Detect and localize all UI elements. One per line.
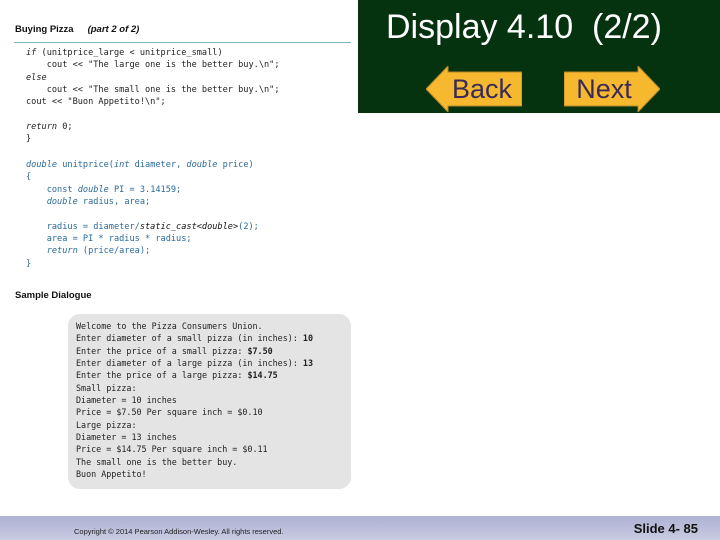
code-text: Enter the price of a small pizza: — [76, 345, 248, 356]
code-text: price) — [217, 160, 254, 170]
sample-dialogue-heading: Sample Dialogue — [15, 290, 92, 301]
keyword: double — [26, 160, 58, 170]
code-line: if (unitprice_large < unitprice_small) — [26, 47, 280, 59]
code-line: return (price/area); — [26, 245, 259, 257]
next-label: Next — [576, 74, 632, 104]
code-text: $14.75 — [247, 370, 278, 381]
code-line: cout << "The small one is the better buy… — [26, 84, 280, 96]
code-text: Price = $7.50 Per square inch = $0.10 — [76, 407, 263, 418]
back-button[interactable]: Back — [426, 66, 522, 112]
code-text: (2); — [238, 221, 259, 232]
keyword: int — [113, 160, 130, 170]
code-line: { — [26, 171, 259, 183]
code-line: cout << "The large one is the better buy… — [26, 59, 280, 71]
code-line: Enter diameter of a small pizza (in inch… — [76, 332, 313, 344]
code-line: double radius, area; — [26, 196, 259, 208]
code-line: Enter diameter of a large pizza (in inch… — [76, 357, 313, 369]
code-line: } — [26, 258, 259, 270]
code-text: (price/area); — [77, 246, 151, 257]
code-line: Small pizza: — [76, 382, 313, 394]
code-line: Large pizza: — [76, 419, 313, 431]
code-text: unitprice( — [57, 160, 114, 170]
back-label: Back — [451, 74, 513, 104]
keyword: if — [26, 48, 37, 58]
keyword: return — [46, 246, 78, 257]
code-line: Enter the price of a small pizza: $7.50 — [76, 345, 313, 357]
code-text: The small one is the better buy. — [76, 456, 238, 467]
code-line: Price = $14.75 Per square inch = $0.11 — [76, 443, 313, 455]
code-text: cout << "Buon Appetito!\n"; — [26, 97, 166, 108]
code-line: The small one is the better buy. — [76, 456, 313, 468]
code-text: Buon Appetito! — [76, 469, 147, 480]
code-line: Diameter = 10 inches — [76, 394, 313, 406]
code-line: Buon Appetito! — [76, 468, 313, 480]
title-panel: Display 4.10 (2/2) Back Next — [358, 0, 720, 113]
code-text: PI = 3.14159; — [108, 184, 182, 195]
code-text: 0; — [57, 122, 73, 133]
code-text: cout << "The large one is the better buy… — [26, 60, 280, 71]
code-block-unitprice: double unitprice(int diameter, double pr… — [26, 159, 259, 270]
code-line: radius = diameter/static_cast<double>(2)… — [26, 221, 259, 233]
document-title: Buying Pizza (part 2 of 2) — [15, 24, 139, 35]
code-line: Price = $7.50 Per square inch = $0.10 — [76, 406, 313, 418]
keyword: return — [26, 122, 58, 133]
code-text: radius = diameter/ — [26, 221, 140, 232]
keyword: double — [46, 197, 78, 208]
code-text: { — [26, 172, 32, 183]
code-text: } — [26, 258, 32, 269]
code-text: diameter, — [129, 160, 187, 170]
code-line: double unitprice(int diameter, double pr… — [26, 159, 259, 171]
sample-dialogue-box: Welcome to the Pizza Consumers Union. Ent… — [68, 314, 351, 489]
divider — [14, 42, 351, 43]
code-text: const — [26, 184, 78, 195]
code-line: const double PI = 3.14159; — [26, 184, 259, 196]
keyword: double — [186, 160, 218, 170]
code-line: return 0; — [26, 121, 280, 133]
code-text: Welcome to the Pizza Consumers Union. — [76, 321, 263, 331]
code-text: 13 — [302, 358, 313, 369]
code-text: Diameter = 10 inches — [76, 395, 177, 406]
code-block-main: if (unitprice_large < unitprice_small) c… — [26, 47, 280, 146]
code-text: Small pizza: — [76, 382, 137, 393]
code-text: 10 — [302, 333, 313, 344]
code-text: static_cast<double> — [139, 221, 239, 232]
slide-title: Display 4.10 (2/2) — [386, 8, 662, 46]
code-text: radius, area; — [77, 197, 151, 208]
code-text: Enter the price of a large pizza: — [76, 370, 248, 381]
code-text: Price = $14.75 Per square inch = $0.11 — [76, 444, 268, 455]
copyright: Copyright © 2014 Pearson Addison-Wesley.… — [74, 527, 284, 536]
footer-bar: Copyright © 2014 Pearson Addison-Wesley.… — [0, 516, 720, 540]
code-line: Welcome to the Pizza Consumers Union. — [76, 320, 313, 332]
code-text: Enter diameter of a small pizza (in inch… — [76, 333, 303, 344]
code-text: Large pizza: — [76, 419, 137, 430]
title-text: Buying Pizza — [15, 24, 74, 35]
next-button[interactable]: Next — [564, 66, 660, 112]
part-text: (part 2 of 2) — [87, 24, 140, 35]
code-line: area = PI * radius * radius; — [26, 233, 259, 245]
code-line: else — [26, 72, 280, 84]
keyword: double — [77, 184, 109, 195]
code-line: Diameter = 13 inches — [76, 431, 313, 443]
code-line: Enter the price of a large pizza: $14.75 — [76, 369, 313, 381]
code-text: $7.50 — [247, 345, 273, 356]
code-line: } — [26, 133, 280, 145]
code-text: (unitprice_large < unitprice_small) — [36, 48, 223, 58]
slide-number: Slide 4- 85 — [633, 521, 698, 536]
code-line: cout << "Buon Appetito!\n"; — [26, 96, 280, 108]
keyword: else — [26, 72, 47, 83]
code-text: cout << "The small one is the better buy… — [26, 85, 280, 96]
code-text: area = PI * radius * radius; — [26, 234, 192, 245]
code-text: Enter diameter of a large pizza (in inch… — [76, 358, 303, 369]
dialogue-text: Welcome to the Pizza Consumers Union. Ent… — [76, 320, 313, 480]
code-text: Diameter = 13 inches — [76, 432, 177, 443]
code-text: } — [26, 134, 32, 145]
